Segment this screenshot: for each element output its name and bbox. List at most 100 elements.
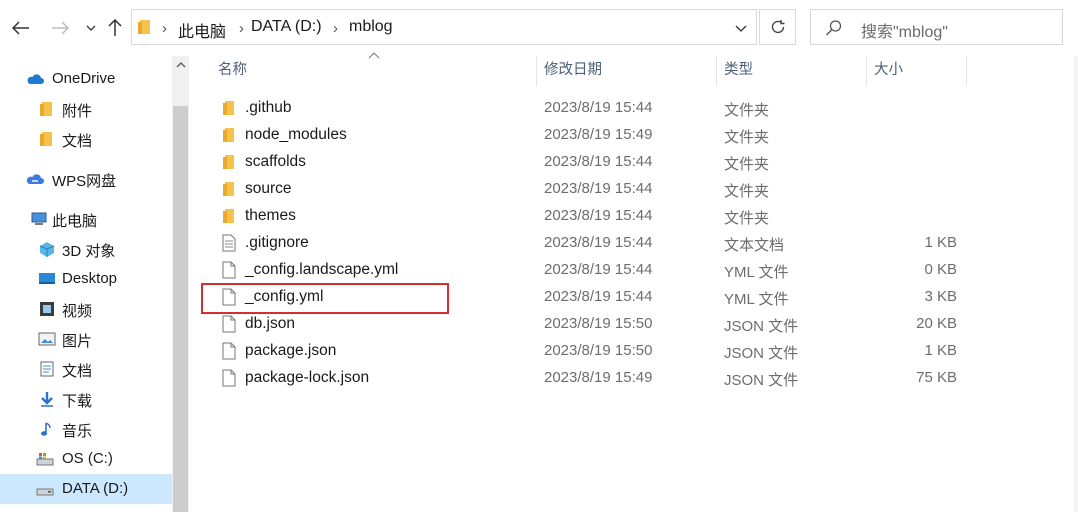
nav-label: DATA (D:) (62, 480, 129, 497)
file-row[interactable]: package.json 2023/8/19 15:50 JSON 文件 1 KB (200, 338, 960, 365)
nav-item-wps-cloud[interactable]: WPS网盘 (0, 164, 172, 194)
nav-item-pictures[interactable]: 图片 (0, 324, 172, 354)
file-name: package.json (245, 342, 337, 359)
file-type: JSON 文件 (724, 318, 799, 335)
breadcrumb-data-drive[interactable]: DATA (D:) (251, 18, 322, 36)
nav-item-drive-d[interactable]: DATA (D:) (0, 474, 172, 504)
nav-item-attachments[interactable]: 附件 (0, 94, 172, 124)
nav-label: 下载 (62, 393, 93, 410)
file-date: 2023/8/19 15:49 (544, 369, 653, 386)
nav-label: 此电脑 (52, 213, 98, 230)
breadcrumb-mblog[interactable]: mblog (349, 18, 393, 36)
wps-cloud-icon (26, 174, 44, 184)
refresh-button[interactable] (759, 9, 796, 45)
file-row[interactable]: package-lock.json 2023/8/19 15:49 JSON 文件 7… (200, 365, 960, 392)
desktop-icon (39, 273, 55, 284)
search-box[interactable]: 搜索"mblog" (810, 9, 1063, 45)
file-type: YML 文件 (724, 264, 789, 281)
column-divider[interactable] (966, 56, 967, 86)
column-header-size[interactable]: 大小 (874, 58, 903, 84)
nav-label: 3D 对象 (62, 243, 116, 260)
recent-locations-button[interactable] (78, 14, 104, 42)
nav-item-documents[interactable]: 文档 (0, 354, 172, 384)
file-date: 2023/8/19 15:44 (544, 180, 653, 197)
file-size: 3 KB (924, 288, 957, 305)
nav-item-downloads[interactable]: 下载 (0, 384, 172, 414)
search-icon (826, 20, 842, 36)
file-row[interactable]: .gitignore 2023/8/19 15:44 文本文档 1 KB (200, 230, 960, 257)
file-name: package-lock.json (245, 369, 370, 386)
column-header-name[interactable]: 名称 (218, 58, 247, 84)
chevron-right-icon: › (162, 20, 167, 37)
nav-label: 图片 (62, 333, 93, 350)
file-type: 文本文档 (724, 237, 785, 254)
file-row[interactable]: source 2023/8/19 15:44 文件夹 (200, 176, 960, 203)
address-dropdown-button[interactable] (726, 10, 756, 46)
nav-item-onedrive[interactable]: OneDrive (0, 64, 172, 94)
file-date: 2023/8/19 15:44 (544, 207, 653, 224)
nav-label: Desktop (62, 270, 118, 287)
nav-label: 文档 (62, 363, 93, 380)
file-size: 0 KB (924, 261, 957, 278)
file-type: 文件夹 (724, 129, 770, 146)
column-header-type[interactable]: 类型 (724, 58, 753, 84)
folder-icon (40, 102, 52, 116)
file-size: 1 KB (924, 234, 957, 251)
folder-icon (223, 182, 234, 196)
forward-button[interactable] (47, 14, 73, 42)
arrow-right-icon (52, 21, 69, 35)
column-divider[interactable] (866, 56, 867, 86)
address-bar[interactable]: › 此电脑 › DATA (D:) › mblog (131, 9, 757, 45)
chevron-up-icon (176, 61, 185, 67)
refresh-icon (771, 20, 784, 34)
file-size: 1 KB (924, 342, 957, 359)
nav-item-videos[interactable]: 视频 (0, 294, 172, 324)
arrow-left-icon (12, 21, 29, 35)
column-header-date[interactable]: 修改日期 (544, 58, 602, 84)
file-date: 2023/8/19 15:44 (544, 99, 653, 116)
video-icon (40, 302, 54, 316)
scrollbar-thumb[interactable] (173, 106, 188, 512)
chevron-right-icon: › (333, 20, 338, 37)
file-name: themes (245, 207, 296, 224)
music-icon (41, 422, 51, 436)
text-file-icon (222, 234, 236, 252)
file-type: 文件夹 (724, 156, 770, 173)
folder-icon (40, 132, 52, 146)
nav-item-3d-objects[interactable]: 3D 对象 (0, 234, 172, 264)
window-edge (1074, 56, 1078, 512)
pictures-icon (38, 332, 56, 346)
drive-d-icon (36, 488, 54, 496)
file-row[interactable]: .github 2023/8/19 15:44 文件夹 (200, 95, 960, 122)
file-date: 2023/8/19 15:49 (544, 126, 653, 143)
file-row[interactable]: db.json 2023/8/19 15:50 JSON 文件 20 KB (200, 311, 960, 338)
breadcrumb-this-pc[interactable]: 此电脑 (178, 18, 226, 42)
column-divider[interactable] (536, 56, 537, 86)
documents-icon (40, 361, 54, 377)
nav-item-desktop[interactable]: Desktop (0, 264, 172, 294)
cloud-icon (27, 74, 44, 84)
nav-item-this-pc[interactable]: 此电脑 (0, 204, 172, 234)
up-button[interactable] (102, 14, 128, 42)
nav-item-drive-c[interactable]: OS (C:) (0, 444, 172, 474)
back-button[interactable] (8, 14, 34, 42)
file-icon (222, 369, 236, 387)
computer-icon (31, 212, 47, 225)
scroll-up-button[interactable] (172, 56, 189, 73)
folder-icon (138, 20, 150, 34)
file-row[interactable]: themes 2023/8/19 15:44 文件夹 (200, 203, 960, 230)
nav-label: OS (C:) (62, 450, 113, 467)
nav-label: 音乐 (62, 423, 93, 440)
nav-item-music[interactable]: 音乐 (0, 414, 172, 444)
file-row[interactable]: _config.landscape.yml 2023/8/19 15:44 YML … (200, 257, 960, 284)
file-icon (222, 315, 236, 333)
file-date: 2023/8/19 15:50 (544, 315, 653, 332)
nav-item-documents-folder[interactable]: 文档 (0, 124, 172, 154)
file-row[interactable]: scaffolds 2023/8/19 15:44 文件夹 (200, 149, 960, 176)
sort-ascending-icon (368, 52, 380, 59)
folder-icon (223, 209, 234, 223)
column-divider[interactable] (716, 56, 717, 86)
nav-scrollbar[interactable] (172, 56, 189, 512)
file-name: scaffolds (245, 153, 306, 170)
file-row[interactable]: node_modules 2023/8/19 15:49 文件夹 (200, 122, 960, 149)
